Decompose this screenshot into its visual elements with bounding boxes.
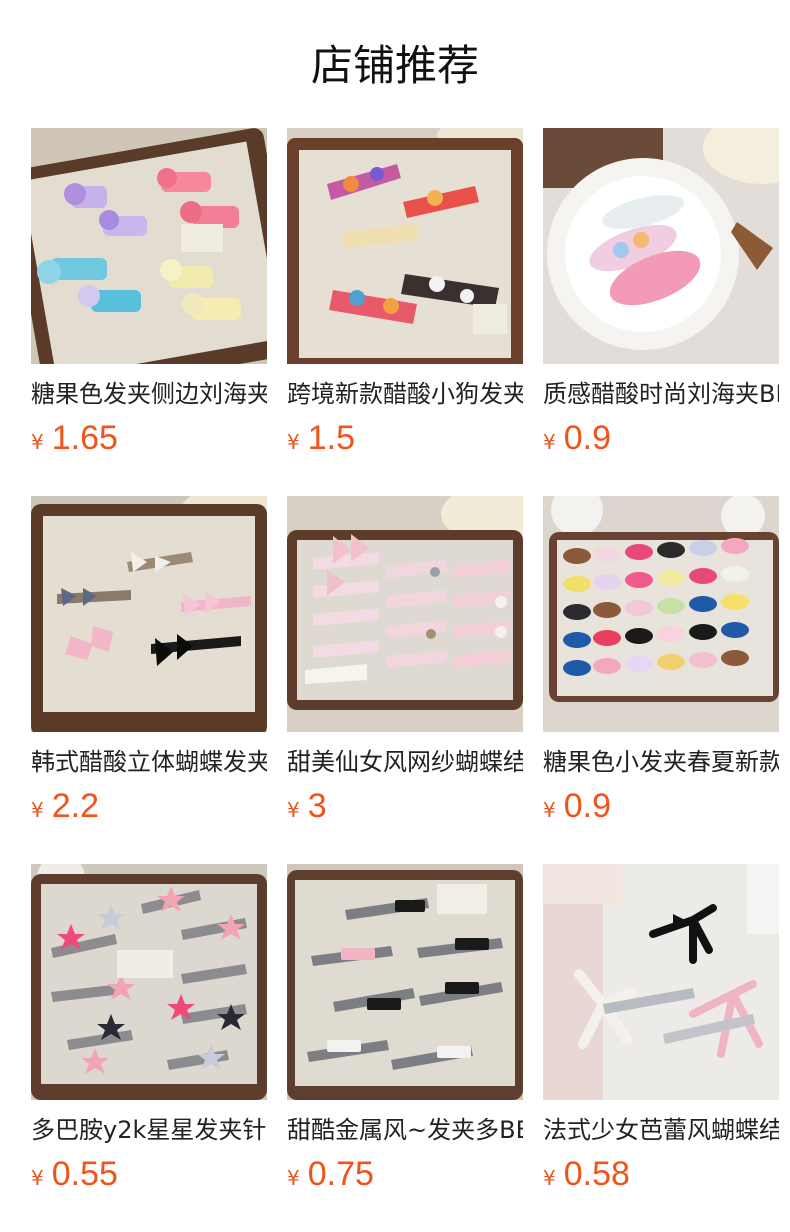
product-card[interactable]: 糖果色小发夹春夏新款 ¥0.9 xyxy=(543,496,779,864)
product-name[interactable]: 法式少女芭蕾风蝴蝶结 xyxy=(543,1114,779,1146)
hairclip-photo-icon xyxy=(287,128,523,364)
hairclip-photo-icon xyxy=(543,864,779,1100)
product-name[interactable]: 甜美仙女风网纱蝴蝶结 xyxy=(287,746,523,778)
currency-symbol: ¥ xyxy=(543,430,556,454)
product-name[interactable]: 韩式醋酸立体蝴蝶发夹 xyxy=(31,746,267,778)
product-price: ¥1.65 xyxy=(31,418,267,458)
price-value: 0.55 xyxy=(51,1155,118,1193)
product-name[interactable]: 糖果色发夹侧边刘海夹 xyxy=(31,378,267,410)
product-image[interactable] xyxy=(543,128,779,364)
price-value: 2.2 xyxy=(51,787,99,825)
currency-symbol: ¥ xyxy=(31,1166,44,1190)
product-card[interactable]: 多巴胺y2k星星发夹针 ¥0.55 xyxy=(31,864,267,1232)
product-card[interactable]: 甜酷金属风~发夹多BB ¥0.75 xyxy=(287,864,523,1232)
price-value: 1.65 xyxy=(51,419,118,457)
product-image[interactable] xyxy=(31,864,267,1100)
hairclip-photo-icon xyxy=(543,128,779,364)
product-card[interactable]: 糖果色发夹侧边刘海夹 ¥1.65 xyxy=(31,128,267,496)
price-value: 0.9 xyxy=(563,787,611,825)
product-image[interactable] xyxy=(31,496,267,732)
product-price: ¥0.75 xyxy=(287,1154,523,1194)
hairclip-photo-icon xyxy=(543,496,779,732)
price-value: 0.9 xyxy=(563,419,611,457)
currency-symbol: ¥ xyxy=(287,430,300,454)
product-card[interactable]: 甜美仙女风网纱蝴蝶结 ¥3 xyxy=(287,496,523,864)
product-image[interactable] xyxy=(543,496,779,732)
product-image[interactable] xyxy=(287,496,523,732)
hairclip-photo-icon xyxy=(31,864,267,1100)
product-price: ¥0.9 xyxy=(543,418,779,458)
price-value: 1.5 xyxy=(307,419,355,457)
currency-symbol: ¥ xyxy=(31,430,44,454)
hairclip-photo-icon xyxy=(31,496,267,732)
product-image[interactable] xyxy=(287,864,523,1100)
hairclip-photo-icon xyxy=(31,128,267,364)
product-price: ¥0.55 xyxy=(31,1154,267,1194)
price-value: 0.58 xyxy=(563,1155,630,1193)
product-card[interactable]: 质感醋酸时尚刘海夹BB夹 ¥0.9 xyxy=(543,128,779,496)
product-price: ¥0.9 xyxy=(543,786,779,826)
product-card[interactable]: 韩式醋酸立体蝴蝶发夹 ¥2.2 xyxy=(31,496,267,864)
price-value: 3 xyxy=(307,787,327,825)
product-price: ¥1.5 xyxy=(287,418,523,458)
product-price: ¥0.58 xyxy=(543,1154,779,1194)
hairclip-photo-icon xyxy=(287,496,523,732)
shop-recommendations-page: 店铺推荐 糖果色发夹侧边刘海夹 ¥ 1.65 跨境新款醋酸小狗发夹 ¥ 1.5 … xyxy=(0,0,790,1232)
page-title: 店铺推荐 xyxy=(310,41,479,90)
product-grid: 糖果色发夹侧边刘海夹 ¥1.65 跨境新款醋酸小狗发夹 ¥ 1.5 质感醋酸时尚… xyxy=(31,128,779,1232)
product-price: ¥2.2 xyxy=(31,786,267,826)
currency-symbol: ¥ xyxy=(31,798,44,822)
product-image[interactable] xyxy=(287,128,523,364)
product-card[interactable]: 法式少女芭蕾风蝴蝶结 ¥0.58 xyxy=(543,864,779,1232)
hairclip-photo-icon xyxy=(287,864,523,1100)
product-name[interactable]: 糖果色小发夹春夏新款 xyxy=(543,746,779,778)
currency-symbol: ¥ xyxy=(287,1166,300,1190)
product-name[interactable]: 多巴胺y2k星星发夹针 xyxy=(31,1114,267,1146)
product-image[interactable] xyxy=(31,128,267,364)
price-value: 0.75 xyxy=(307,1155,374,1193)
product-card[interactable]: 跨境新款醋酸小狗发夹 ¥1.5 xyxy=(287,128,523,496)
currency-symbol: ¥ xyxy=(287,798,300,822)
currency-symbol: ¥ xyxy=(543,1166,556,1190)
currency-symbol: ¥ xyxy=(543,798,556,822)
product-name[interactable]: 质感醋酸时尚刘海夹BB夹 xyxy=(543,378,779,410)
product-image[interactable] xyxy=(543,864,779,1100)
product-price: ¥3 xyxy=(287,786,523,826)
product-name[interactable]: 跨境新款醋酸小狗发夹 xyxy=(287,378,523,410)
product-name[interactable]: 甜酷金属风~发夹多BB xyxy=(287,1114,523,1146)
